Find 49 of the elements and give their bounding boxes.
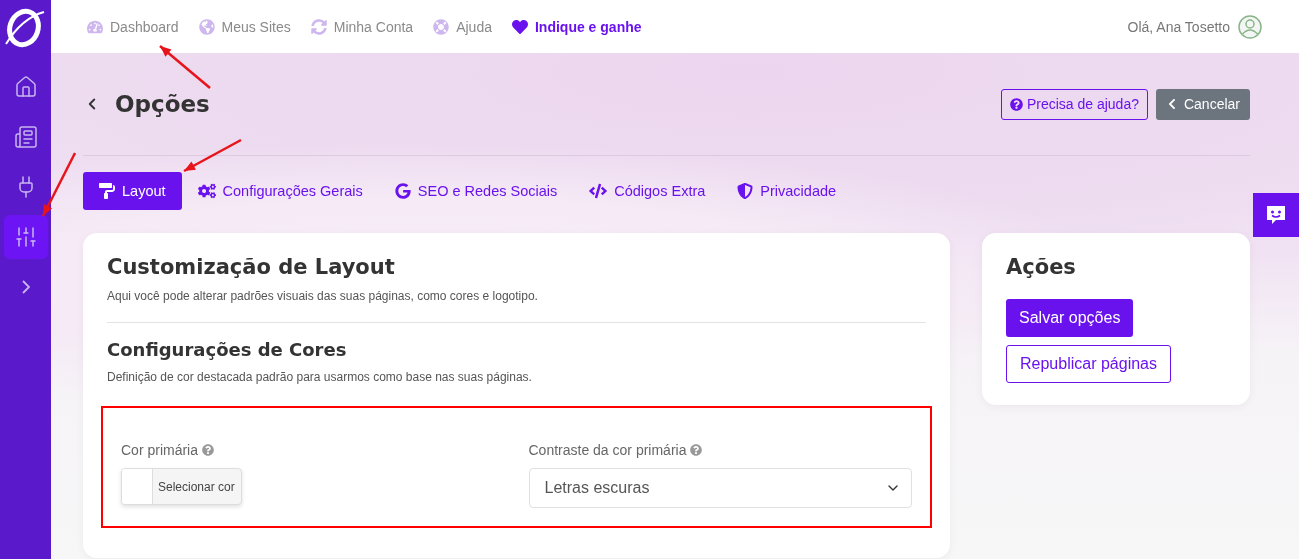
- sync-icon: [310, 18, 327, 35]
- field-label: Cor primária: [121, 442, 198, 458]
- help-icon[interactable]: [690, 444, 703, 456]
- question-icon: [1009, 97, 1023, 111]
- gauge-icon: [87, 18, 103, 35]
- field-label: Contraste da cor primária: [528, 442, 687, 458]
- color-picker-button[interactable]: Selecionar cor: [121, 468, 242, 505]
- tab[interactable]: Configurações Gerais: [181, 172, 379, 210]
- chevron-right-icon: [21, 280, 30, 294]
- code-icon: [589, 182, 608, 200]
- home-icon: [13, 75, 38, 99]
- card-title: Ações: [1006, 255, 1077, 279]
- google-icon: [394, 183, 411, 199]
- smiley-chat-icon: [1267, 206, 1285, 224]
- arrow: [159, 45, 211, 89]
- nav-link[interactable]: Ajuda: [433, 18, 492, 35]
- tab[interactable]: Layout: [83, 172, 182, 210]
- newspaper-icon: [13, 125, 38, 149]
- sliders-icon: [13, 225, 38, 249]
- arrow: [41, 152, 77, 217]
- contrast-select[interactable]: Letras escuras: [528, 468, 912, 508]
- lifebuoy-icon: [433, 18, 450, 35]
- gears-icon: [197, 182, 216, 200]
- heart-icon: [511, 18, 528, 35]
- nav-link[interactable]: Meus Sites: [198, 18, 291, 35]
- paint-roller-icon: [99, 183, 115, 199]
- user-greeting: Olá, Ana Tosetto: [1127, 18, 1230, 35]
- tab[interactable]: SEO e Redes Sociais: [378, 172, 574, 210]
- save-button[interactable]: Salvar opções: [1006, 299, 1134, 337]
- page-title: Opções: [115, 91, 211, 117]
- arrow: [183, 138, 242, 173]
- card-title: Customização de Layout: [107, 255, 396, 279]
- section-title: Configurações de Cores: [107, 339, 348, 360]
- help-icon[interactable]: [202, 444, 214, 456]
- republish-button[interactable]: Republicar páginas: [1006, 345, 1171, 383]
- cancel-button[interactable]: Cancelar: [1155, 88, 1250, 120]
- sidebar-item[interactable]: [3, 215, 48, 259]
- tab[interactable]: Privacidade: [721, 172, 853, 210]
- globe-icon: [198, 18, 215, 35]
- avatar[interactable]: [1238, 14, 1262, 39]
- help-button[interactable]: Precisa de ajuda?: [1000, 88, 1148, 120]
- nav-link[interactable]: Dashboard: [87, 18, 179, 35]
- section-description: Definição de cor destacada padrão para usarmos como base nas suas páginas.: [107, 370, 533, 384]
- card-description: Aqui você pode alterar padrões visuais das suas páginas, como cores e logotipo.: [107, 289, 539, 303]
- shield-icon: [737, 183, 754, 199]
- nav-link[interactable]: Indique e ganhe: [511, 18, 642, 35]
- nav-link[interactable]: Minha Conta: [310, 18, 414, 35]
- chat-button[interactable]: [1253, 193, 1299, 237]
- tab[interactable]: Códigos Extra: [573, 172, 722, 210]
